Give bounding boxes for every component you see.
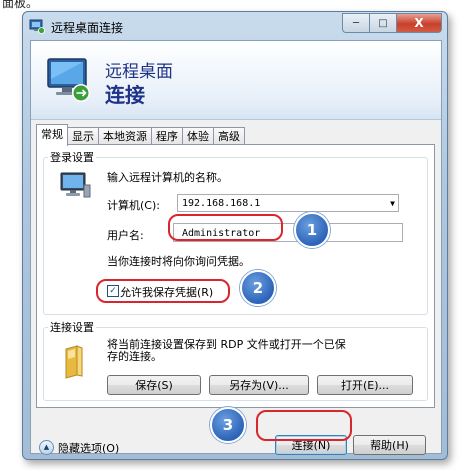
allow-save-highlight-oval xyxy=(96,279,230,303)
hide-options-link[interactable]: 隐藏选项(O) xyxy=(58,440,119,456)
computer-prompt-text: 输入远程计算机的名称。 xyxy=(107,171,228,184)
top-text-fragment: 面板。 xyxy=(2,0,39,10)
chevron-up-icon[interactable]: ▲ xyxy=(39,440,54,455)
connect-highlight-oval xyxy=(256,410,352,441)
callout-3-badge: 3 xyxy=(210,407,246,443)
computer-value: 192.168.168.1 xyxy=(182,198,261,209)
tab-strip: 常规 显示 本地资源 程序 体验 高级 xyxy=(36,124,245,146)
save-button[interactable]: 保存(S) xyxy=(107,375,201,395)
computer-icon xyxy=(59,171,91,202)
window-title: 远程桌面连接 xyxy=(51,21,124,35)
callout-2-badge: 2 xyxy=(240,270,276,306)
computer-label: 计算机(C): xyxy=(107,199,160,212)
folder-icon xyxy=(63,345,85,382)
connection-settings-legend: 连接设置 xyxy=(50,321,94,334)
computer-combobox[interactable]: 192.168.168.1 ▼ xyxy=(177,194,399,212)
banner-title-line2: 连接 xyxy=(105,83,145,107)
dialog-client-area: 远程桌面 连接 常规 显示 本地资源 程序 体验 高级 登录设置 输入远程计算机… xyxy=(30,40,442,456)
username-highlight-oval xyxy=(168,214,283,241)
connection-settings-description: 将当前连接设置保存到 RDP 文件或打开一个已保存的连接。 xyxy=(107,338,346,363)
remote-desktop-app-icon xyxy=(29,18,45,37)
caption-buttons: ─ □ X xyxy=(342,13,442,33)
close-button[interactable]: X xyxy=(396,13,442,33)
open-button[interactable]: 打开(E)... xyxy=(317,375,413,395)
monitor-connect-icon xyxy=(45,55,95,108)
tab-general[interactable]: 常规 xyxy=(36,124,68,146)
general-tab-panel: 登录设置 输入远程计算机的名称。 计算机(C): 192.168.168.1 ▼… xyxy=(36,144,435,408)
help-button[interactable]: 帮助(H) xyxy=(353,435,426,455)
maximize-button[interactable]: □ xyxy=(369,13,396,33)
header-banner: 远程桌面 连接 xyxy=(31,41,441,120)
chevron-down-icon[interactable]: ▼ xyxy=(390,195,395,213)
login-settings-legend: 登录设置 xyxy=(50,151,94,164)
minimize-button[interactable]: ─ xyxy=(342,13,369,33)
save-as-button[interactable]: 另存为(V)... xyxy=(209,375,309,395)
credential-note: 当你连接时将向你询问凭据。 xyxy=(107,255,250,268)
username-label: 用户名: xyxy=(107,229,144,242)
callout-1-badge: 1 xyxy=(294,212,330,248)
